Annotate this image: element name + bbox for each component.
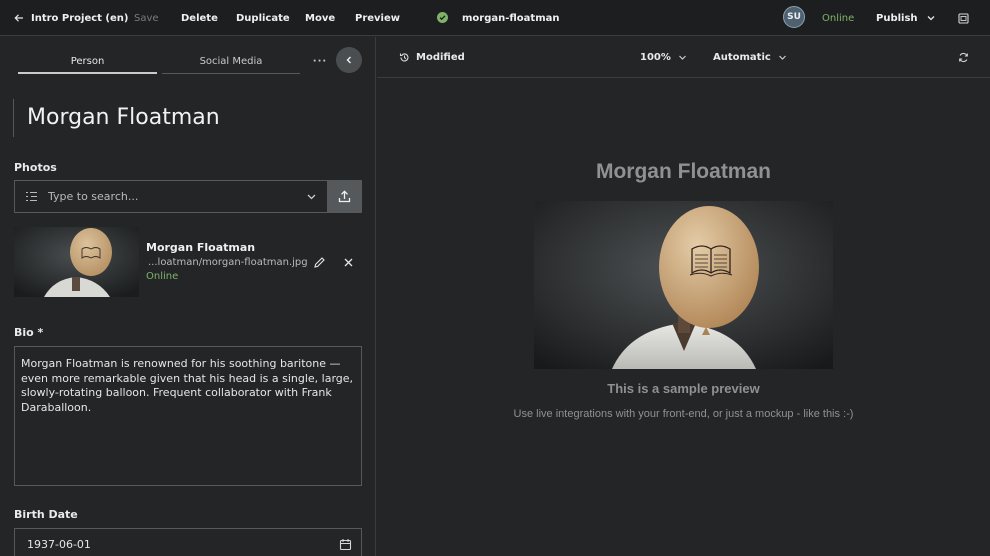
save-button[interactable]: Save (134, 0, 159, 36)
preview-button[interactable]: Preview (355, 0, 400, 36)
preview-note: Use live integrations with your front-en… (513, 408, 854, 420)
tab-person[interactable]: Person (18, 49, 157, 73)
publish-button[interactable]: Publish (876, 0, 918, 36)
refresh-icon (959, 52, 968, 62)
close-icon (344, 258, 352, 266)
arrow-left-icon (14, 14, 23, 22)
project-name: Intro Project (en) (31, 12, 129, 24)
chevron-down-icon[interactable] (306, 191, 317, 202)
publish-menu-button[interactable] (926, 0, 936, 36)
top-toolbar: Intro Project (en) Save Delete Duplicate… (0, 0, 990, 36)
toggle-panel-button[interactable] (958, 0, 969, 36)
preview-subtitle: This is a sample preview (607, 381, 760, 396)
duplicate-button[interactable]: Duplicate (236, 0, 290, 36)
calendar-icon[interactable] (339, 538, 352, 551)
document-slug: morgan-floatman (462, 12, 560, 24)
birth-date-value: 1937-06-01 (27, 537, 91, 551)
chevron-left-icon (346, 56, 351, 64)
back-to-project-button[interactable]: Intro Project (en) (14, 0, 128, 36)
preview-image (534, 201, 833, 369)
birth-date-field[interactable]: 1937-06-01 (14, 528, 362, 556)
preview-toolbar: Modified 100% Automatic (377, 37, 990, 78)
bio-label: Bio * (14, 326, 44, 339)
birth-date-label: Birth Date (14, 508, 78, 521)
upload-icon (338, 190, 351, 203)
upload-button[interactable] (327, 180, 362, 213)
photo-search-input[interactable]: Type to search... (14, 180, 327, 213)
avatar[interactable]: SU (783, 6, 805, 28)
photo-name: Morgan Floatman (146, 241, 256, 254)
photos-label: Photos (14, 161, 57, 174)
photo-thumbnail[interactable] (14, 227, 139, 297)
move-button[interactable]: Move (305, 0, 335, 36)
bio-textarea[interactable]: Morgan Floatman is renowned for his soot… (14, 346, 362, 486)
more-horizontal-icon: ··· (312, 55, 328, 67)
edit-photo-button[interactable] (310, 253, 328, 271)
photo-status: Online (146, 271, 179, 282)
chevron-down-icon (927, 16, 935, 21)
photo-path: ...loatman/morgan-floatman.jpg (148, 257, 308, 268)
tab-social-media[interactable]: Social Media (162, 49, 300, 73)
sidebar-icon (958, 12, 969, 24)
tab-divider (162, 73, 300, 74)
pencil-icon (313, 256, 325, 268)
delete-button[interactable]: Delete (181, 0, 218, 36)
zoom-value: 100% (640, 51, 671, 63)
device-mode-value: Automatic (713, 51, 771, 63)
online-status: Online (822, 12, 855, 24)
list-icon (26, 191, 37, 202)
search-placeholder: Type to search... (48, 190, 139, 203)
title-accent (13, 99, 14, 137)
modified-label: Modified (416, 51, 465, 63)
zoom-select[interactable]: 100% (640, 37, 687, 77)
check-circle-icon (437, 12, 448, 23)
editor-panel: Person Social Media ··· Morgan Floatman … (0, 37, 376, 556)
remove-photo-button[interactable] (339, 253, 357, 271)
refresh-preview-button[interactable] (958, 37, 969, 77)
chevron-down-icon (678, 55, 686, 60)
preview-title: Morgan Floatman (595, 160, 771, 183)
chevron-down-icon (778, 55, 786, 60)
collapse-panel-button[interactable] (336, 47, 362, 73)
document-title[interactable]: Morgan Floatman (27, 105, 220, 130)
more-tabs-button[interactable]: ··· (310, 49, 330, 73)
history-icon (399, 52, 409, 61)
modified-indicator[interactable]: Modified (399, 37, 465, 77)
active-tab-indicator (18, 72, 157, 74)
device-mode-select[interactable]: Automatic (713, 37, 787, 77)
